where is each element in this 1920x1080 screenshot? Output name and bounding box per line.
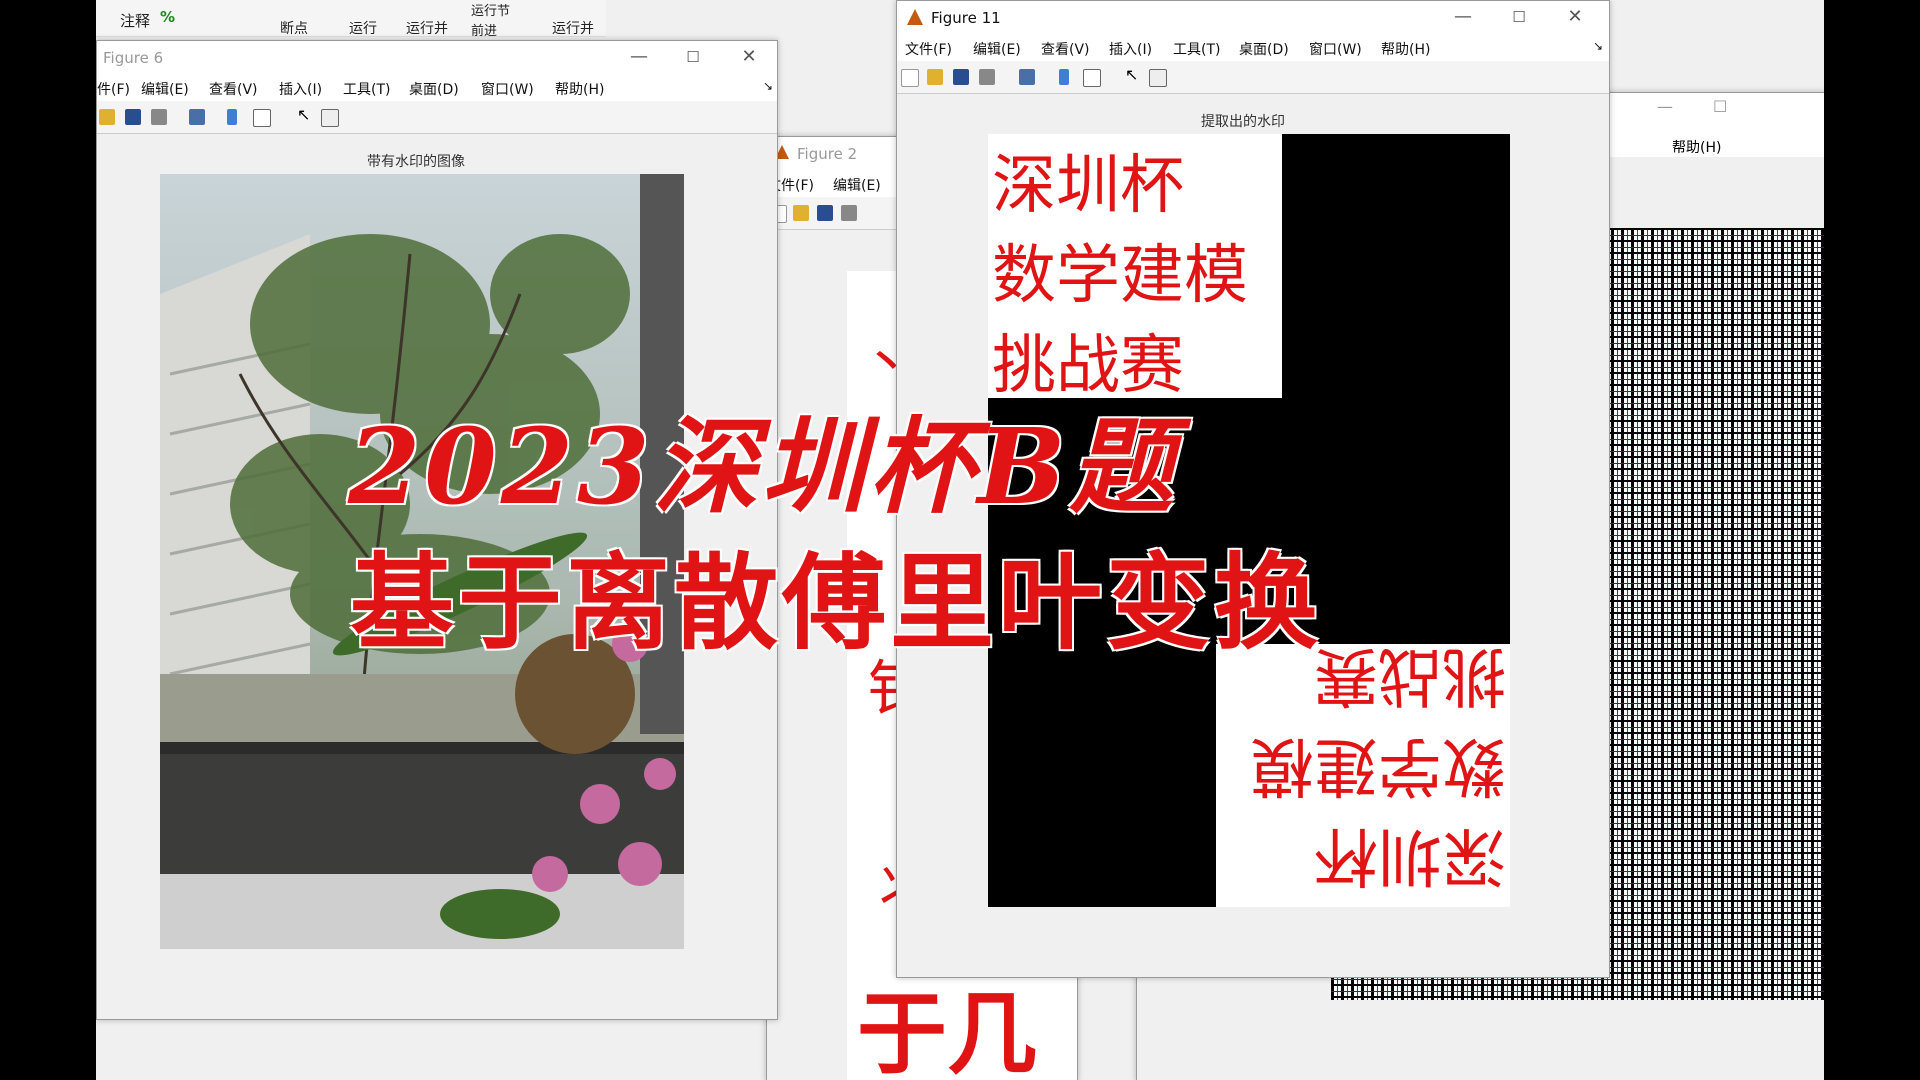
minimize-icon[interactable]: — [1443, 5, 1483, 29]
watermark-block-mirrored: 深圳杯 数学建模 挑战赛 [1216, 638, 1510, 907]
open-folder-icon[interactable] [927, 69, 943, 85]
menu-insert[interactable]: 插入(I) [279, 79, 322, 99]
save-icon[interactable] [953, 69, 969, 85]
pointer-icon[interactable]: ↖ [1125, 65, 1138, 84]
matlab-icon [907, 9, 923, 25]
figure-6-title: Figure 6 [103, 49, 164, 67]
ribbon-run-advance[interactable]: 运行并 [406, 18, 448, 38]
ribbon-percent[interactable]: % [160, 8, 175, 26]
figure-6-menubar: 件(F) 编辑(E) 查看(V) 插入(I) 工具(T) 桌面(D) 窗口(W)… [97, 73, 777, 101]
menu-insert[interactable]: 插入(I) [1109, 39, 1152, 59]
ribbon-advance[interactable]: 前进 [471, 20, 497, 39]
open-folder-icon[interactable] [793, 205, 809, 221]
minimize-icon[interactable]: — [619, 45, 659, 69]
plot-tools-icon[interactable] [1149, 69, 1167, 87]
pointer-icon[interactable]: ↖ [297, 105, 310, 124]
open-folder-icon[interactable] [99, 109, 115, 125]
menu-window[interactable]: 窗口(W) [481, 79, 534, 99]
watermark-line: 挑战赛 [1314, 638, 1506, 712]
plot-tools-icon[interactable] [321, 109, 339, 127]
axes-title: 带有水印的图像 [367, 154, 465, 170]
menu-help[interactable]: 帮助(H) [1381, 39, 1430, 59]
new-file-icon[interactable] [901, 69, 919, 87]
ribbon-run-time[interactable]: 运行并 [552, 18, 594, 38]
figure-11-toolbar: ↖ [897, 61, 1609, 94]
legend-icon[interactable] [253, 109, 271, 127]
save-icon[interactable] [817, 205, 833, 221]
ribbon-run-section[interactable]: 运行节 [471, 0, 510, 19]
menu-edit[interactable]: 编辑(E) [833, 175, 881, 195]
menu-file[interactable]: 文件(F) [905, 39, 952, 59]
menu-desktop[interactable]: 桌面(D) [1239, 39, 1289, 59]
watermark-block: 深圳杯 数学建模 挑战赛 [988, 134, 1282, 403]
menu-view[interactable]: 查看(V) [209, 79, 258, 99]
watermark-line: 深圳杯 [992, 149, 1184, 223]
print-icon[interactable] [979, 69, 995, 85]
figure-6-toolbar: ↖ [97, 101, 777, 134]
menu-edit[interactable]: 编辑(E) [141, 79, 189, 99]
menu-edit[interactable]: 编辑(E) [973, 39, 1021, 59]
save-icon[interactable] [125, 109, 141, 125]
close-icon[interactable]: ✕ [1555, 5, 1595, 29]
minimize-icon[interactable]: — [1657, 97, 1673, 116]
desktop: 注释 % 断点 运行 运行并 运行节 前进 运行并 — ☐ 帮助(H) Figu… [96, 0, 1824, 1080]
menu-tools[interactable]: 工具(T) [343, 79, 390, 99]
legend-icon[interactable] [1083, 69, 1101, 87]
menu-desktop[interactable]: 桌面(D) [409, 79, 459, 99]
ribbon-run[interactable]: 运行 [349, 18, 377, 38]
overlay-title-line1: 2023深圳杯B题 [348, 405, 1178, 528]
link-plot-icon[interactable] [1019, 69, 1035, 85]
figure-2-title: Figure 2 [797, 145, 858, 163]
colorbar-icon[interactable] [227, 109, 237, 125]
menu-window[interactable]: 窗口(W) [1309, 39, 1362, 59]
print-icon[interactable] [841, 205, 857, 221]
menu-file[interactable]: 件(F) [97, 79, 130, 99]
ribbon-annotate[interactable]: 注释 [120, 10, 150, 31]
figure-11-titlebar[interactable]: Figure 11 — ☐ ✕ [897, 1, 1609, 33]
figure-11-title: Figure 11 [931, 9, 1001, 27]
close-icon[interactable]: ✕ [729, 45, 769, 69]
watermark-line: 深圳杯 [1314, 818, 1506, 892]
figure-11-menubar: 文件(F) 编辑(E) 查看(V) 插入(I) 工具(T) 桌面(D) 窗口(W… [897, 33, 1609, 61]
menu-help[interactable]: 帮助(H) [555, 79, 604, 99]
ribbon-breakpoint[interactable]: 断点 [280, 18, 308, 38]
figure-6-titlebar[interactable]: Figure 6 — ☐ ✕ [97, 41, 777, 73]
menu-overflow-icon[interactable]: ↘ [763, 79, 773, 93]
maximize-icon[interactable]: ☐ [1713, 97, 1727, 116]
maximize-icon[interactable]: ☐ [1499, 5, 1539, 29]
watermark-line: 数学建模 [992, 239, 1248, 313]
menu-overflow-icon[interactable]: ↘ [1593, 39, 1603, 53]
axes-title: 提取出的水印 [1201, 114, 1285, 130]
watermark-line: 数学建模 [1250, 728, 1506, 802]
maximize-icon[interactable]: ☐ [673, 45, 713, 69]
print-icon[interactable] [151, 109, 167, 125]
menu-view[interactable]: 查看(V) [1041, 39, 1090, 59]
menu-help[interactable]: 帮助(H) [1672, 137, 1721, 157]
link-plot-icon[interactable] [189, 109, 205, 125]
matlab-ribbon: 注释 % 断点 运行 运行并 运行节 前进 运行并 [96, 0, 606, 39]
overlay-title-line2: 基于离散傅里叶变换 [350, 541, 1323, 664]
menu-tools[interactable]: 工具(T) [1173, 39, 1220, 59]
mirrored-watermark-fragment: 于几 [857, 981, 1037, 1080]
colorbar-icon[interactable] [1059, 69, 1069, 85]
